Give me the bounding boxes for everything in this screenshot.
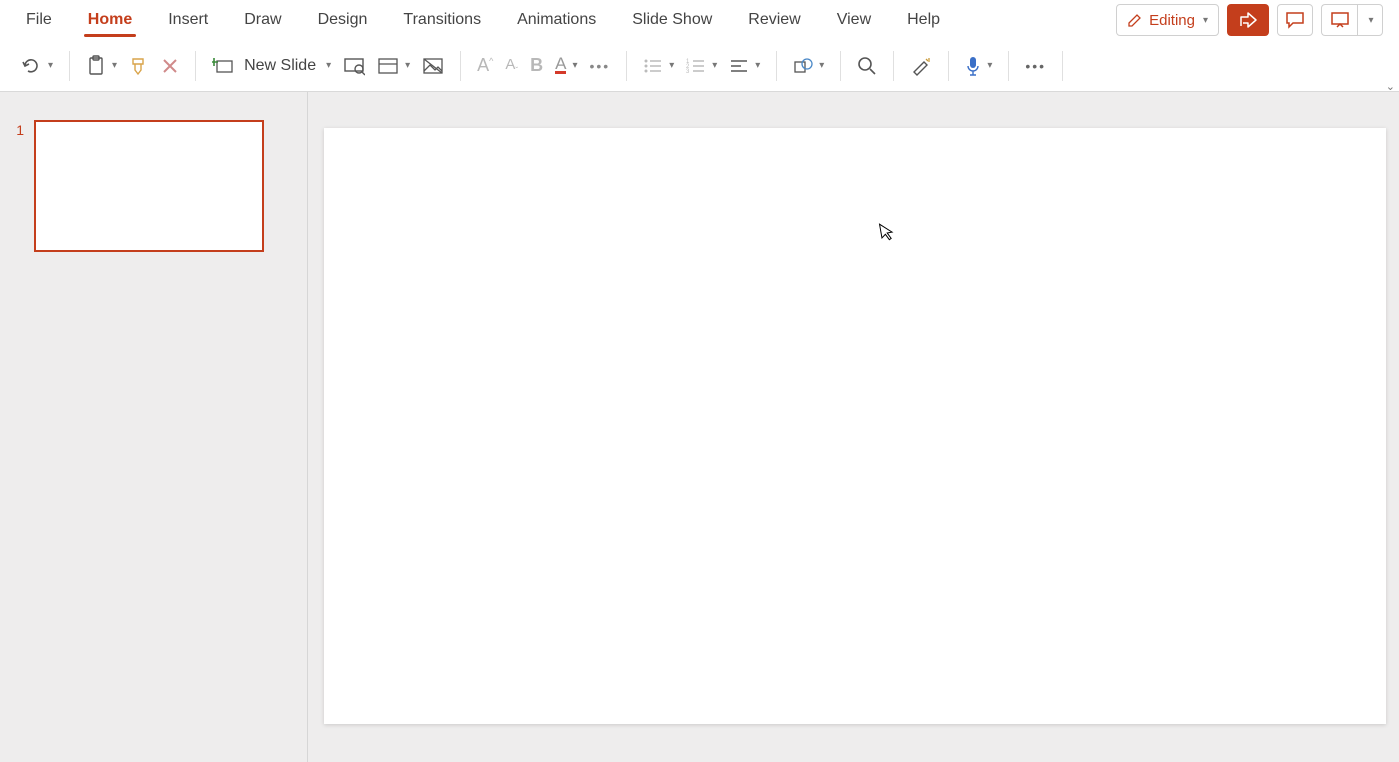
thumbnail-row: 1 — [8, 120, 307, 252]
separator — [1008, 51, 1009, 81]
decrease-font-button[interactable]: Aˇ — [499, 52, 524, 79]
align-button[interactable]: ▾ — [723, 54, 766, 78]
more-commands-button[interactable]: ••• — [1019, 54, 1052, 78]
chevron-down-icon: ▾ — [1203, 15, 1208, 26]
tab-view[interactable]: View — [819, 0, 889, 40]
format-painter-button[interactable] — [123, 52, 155, 80]
editing-mode-button[interactable]: Editing ▾ — [1116, 4, 1219, 36]
align-icon — [729, 58, 749, 74]
tab-slideshow[interactable]: Slide Show — [614, 0, 730, 40]
font-color-icon: A — [555, 57, 566, 74]
separator — [776, 51, 777, 81]
home-toolbar: ▾ ▾ New Slide ▾ ▾ A^ Aˇ B A ▾ ••• — [0, 40, 1399, 92]
workspace: 1 — [0, 92, 1399, 762]
separator — [460, 51, 461, 81]
comments-button[interactable] — [1277, 4, 1313, 36]
svg-text:3: 3 — [686, 69, 690, 74]
chevron-down-icon: ▾ — [819, 60, 824, 71]
separator — [840, 51, 841, 81]
present-button[interactable] — [1321, 4, 1357, 36]
numbering-icon: 123 — [686, 58, 706, 74]
present-dropdown[interactable]: ▾ — [1357, 4, 1383, 36]
shapes-icon — [793, 56, 813, 76]
separator — [626, 51, 627, 81]
share-icon — [1238, 11, 1258, 29]
format-painter-icon — [129, 56, 149, 76]
chevron-down-icon: ▾ — [572, 60, 577, 71]
slide-number: 1 — [8, 120, 24, 138]
search-icon — [857, 56, 877, 76]
more-font-button[interactable]: ••• — [583, 54, 616, 78]
font-decrease-icon: Aˇ — [505, 56, 518, 75]
delete-x-icon — [161, 57, 179, 75]
separator — [195, 51, 196, 81]
font-increase-icon: A^ — [477, 55, 493, 76]
tab-home[interactable]: Home — [70, 0, 150, 40]
slide-thumbnail-1[interactable] — [34, 120, 264, 252]
layout-button[interactable]: ▾ — [371, 53, 416, 79]
display-settings-button[interactable] — [337, 52, 371, 80]
chevron-down-icon: ▾ — [112, 60, 117, 71]
chevron-down-icon: ▾ — [326, 60, 331, 71]
editing-label: Editing — [1149, 12, 1195, 29]
slide-thumbnails-panel: 1 — [0, 92, 308, 762]
new-slide-button[interactable]: New Slide ▾ — [206, 52, 337, 80]
bullets-button[interactable]: ▾ — [637, 54, 680, 78]
chevron-down-icon: ▾ — [987, 60, 992, 71]
present-split-button: ▾ — [1321, 4, 1383, 36]
dictate-button[interactable]: ▾ — [959, 51, 998, 81]
picture-icon — [422, 57, 444, 75]
display-icon — [343, 56, 365, 76]
tab-draw[interactable]: Draw — [226, 0, 299, 40]
ribbon-tabs: File Home Insert Draw Design Transitions… — [0, 0, 1399, 40]
delete-button[interactable] — [155, 53, 185, 79]
chevron-down-icon: ▾ — [405, 60, 410, 71]
bold-icon: B — [530, 55, 543, 76]
tab-file[interactable]: File — [8, 0, 70, 40]
separator — [893, 51, 894, 81]
find-button[interactable] — [851, 52, 883, 80]
separator — [69, 51, 70, 81]
slide-canvas-area — [308, 92, 1399, 762]
tab-insert[interactable]: Insert — [150, 0, 226, 40]
tab-design[interactable]: Design — [300, 0, 386, 40]
share-button[interactable] — [1227, 4, 1269, 36]
paste-button[interactable]: ▾ — [80, 51, 123, 81]
shapes-button[interactable]: ▾ — [787, 52, 830, 80]
designer-icon — [910, 56, 932, 76]
undo-button[interactable]: ▾ — [14, 52, 59, 80]
font-color-button[interactable]: A ▾ — [549, 53, 583, 78]
picture-format-button[interactable] — [416, 53, 450, 79]
ribbon-right: Editing ▾ ▾ — [1116, 4, 1391, 36]
undo-icon — [20, 56, 42, 76]
chevron-down-icon: ▾ — [48, 60, 53, 71]
tab-transitions[interactable]: Transitions — [385, 0, 499, 40]
more-icon: ••• — [1025, 58, 1046, 74]
designer-button[interactable] — [904, 52, 938, 80]
chevron-down-icon: ▾ — [669, 60, 674, 71]
new-slide-label: New Slide — [244, 57, 316, 75]
bullets-icon — [643, 58, 663, 74]
tab-help[interactable]: Help — [889, 0, 958, 40]
chevron-down-icon: ▾ — [1368, 15, 1373, 26]
chevron-down-icon: ▾ — [712, 60, 717, 71]
new-slide-icon — [212, 56, 234, 76]
bold-button[interactable]: B — [524, 51, 549, 80]
comment-icon — [1285, 11, 1305, 29]
more-icon: ••• — [589, 58, 610, 74]
microphone-icon — [965, 55, 981, 77]
numbering-button[interactable]: 123 ▾ — [680, 54, 723, 78]
separator — [948, 51, 949, 81]
chevron-down-icon: ▾ — [755, 60, 760, 71]
increase-font-button[interactable]: A^ — [471, 51, 499, 80]
slide-canvas[interactable] — [324, 128, 1386, 724]
pencil-icon — [1127, 12, 1143, 28]
present-icon — [1330, 11, 1350, 29]
clipboard-icon — [86, 55, 106, 77]
layout-icon — [377, 57, 399, 75]
tab-review[interactable]: Review — [730, 0, 818, 40]
tab-animations[interactable]: Animations — [499, 0, 614, 40]
separator — [1062, 51, 1063, 81]
